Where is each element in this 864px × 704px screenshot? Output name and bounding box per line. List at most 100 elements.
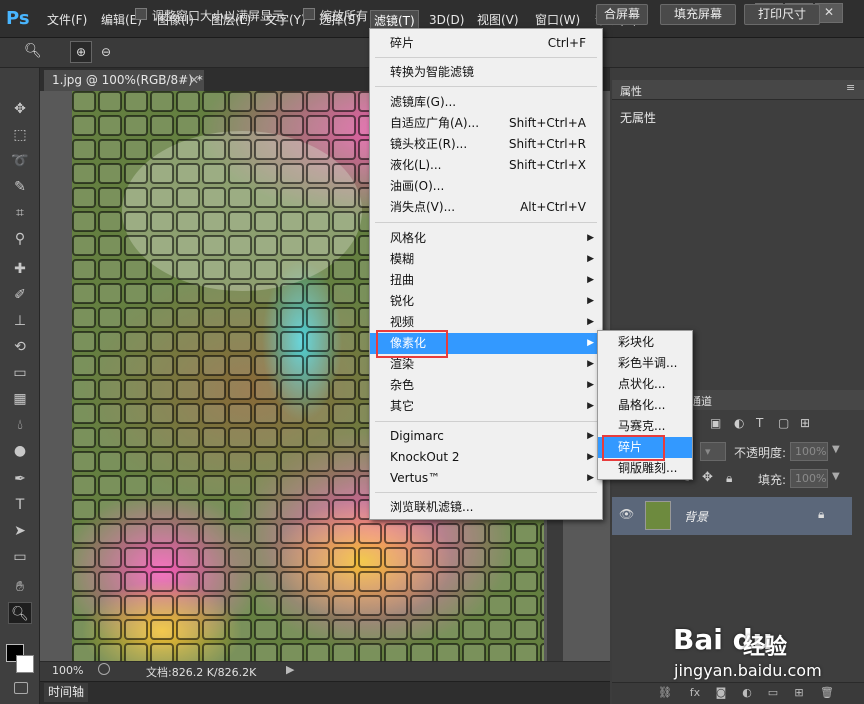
document-tab[interactable]: 1.jpg @ 100%(RGB/8#) * [44, 70, 204, 91]
blur-item[interactable]: 模糊 ▶ [370, 249, 602, 270]
hand-tool-icon[interactable]: ✋︎ [8, 576, 32, 598]
pen-tool-icon[interactable]: ✒ [8, 468, 32, 490]
digimarc-item[interactable]: Digimarc ▶ [370, 426, 602, 447]
menu-item-shortcut: Shift+Ctrl+A [509, 116, 586, 130]
pointillize-item[interactable]: 点状化... [598, 374, 692, 395]
opacity-input[interactable]: 100% [790, 442, 828, 461]
lock-all-icon[interactable]: 🔒︎ [726, 471, 732, 486]
menu-item-label: 消失点(V)... [390, 200, 456, 214]
fit-screen-button[interactable]: 合屏幕 [596, 4, 648, 25]
status-bar [40, 661, 610, 681]
mosaic-item[interactable]: 马赛克... [598, 416, 692, 437]
lens-correction-item[interactable]: 镜头校正(R)... Shift+Ctrl+R [370, 134, 602, 155]
clone-stamp-icon[interactable]: ⊥ [8, 310, 32, 332]
zoom-all-checkbox[interactable] [303, 8, 315, 20]
brush-tool-icon[interactable]: ✐ [8, 284, 32, 306]
color-halftone-block-item[interactable]: 彩块化 [598, 332, 692, 353]
menu-filter[interactable]: 滤镜(T) [370, 10, 419, 30]
marquee-tool-icon[interactable]: ⬚ [8, 124, 32, 146]
move-tool-icon[interactable]: ✥ [8, 98, 32, 120]
status-menu-arrow-icon[interactable]: ▶ [286, 663, 294, 676]
blend-mode-select[interactable]: ▾ [700, 442, 726, 461]
filter-shape-icon[interactable]: ▢ [778, 416, 789, 430]
eyedropper-tool-icon[interactable]: ⚲ [8, 228, 32, 250]
zoom-level[interactable]: 100% [52, 664, 83, 677]
filter-adjustment-icon[interactable]: ◐ [734, 416, 744, 430]
print-size-button[interactable]: 打印尺寸 [744, 4, 820, 25]
filter-gallery-item[interactable]: 滤镜库(G)... [370, 92, 602, 113]
filter-smart-icon[interactable]: ⊞ [800, 416, 810, 430]
convert-smart-filter-item[interactable]: 转换为智能滤镜 [370, 62, 602, 83]
new-group-icon[interactable]: ▭ [766, 686, 780, 699]
vertus-item[interactable]: Vertus™ ▶ [370, 468, 602, 489]
filter-last-item[interactable]: 碎片 Ctrl+F [370, 33, 602, 54]
menu-item-label: Digimarc [390, 429, 444, 443]
opacity-dropdown-icon[interactable]: ▼ [832, 444, 840, 455]
dodge-tool-icon[interactable]: ● [8, 440, 32, 462]
visibility-eye-icon[interactable]: 👁︎ [619, 507, 634, 521]
lock-position-icon[interactable]: ✥ [702, 470, 713, 485]
menu-item-label: 转换为智能滤镜 [390, 65, 475, 79]
path-select-icon[interactable]: ➤ [8, 520, 32, 542]
status-info-icon[interactable] [98, 663, 110, 675]
healing-brush-icon[interactable]: ✚ [8, 258, 32, 280]
fill-screen-button[interactable]: 填充屏幕 [660, 4, 736, 25]
background-color-swatch[interactable] [16, 655, 34, 673]
eraser-tool-icon[interactable]: ▭ [8, 362, 32, 384]
shape-tool-icon[interactable]: ▭ [8, 546, 32, 568]
fill-input[interactable]: 100% [790, 469, 828, 488]
menu-view[interactable]: 视图(V) [474, 10, 522, 30]
menu-item-label: 液化(L)... [390, 158, 442, 172]
gradient-tool-icon[interactable]: ▦ [8, 388, 32, 410]
knockout-item[interactable]: KnockOut 2 ▶ [370, 447, 602, 468]
tab-close-icon[interactable]: ✕ [189, 70, 203, 91]
browse-filters-online-item[interactable]: 浏览联机滤镜... [370, 497, 602, 518]
quick-select-tool-icon[interactable]: ✎ [8, 176, 32, 198]
other-item[interactable]: 其它 ▶ [370, 396, 602, 417]
add-mask-icon[interactable]: ◙ [714, 686, 728, 699]
history-brush-icon[interactable]: ⟲ [8, 336, 32, 358]
properties-empty-text: 无属性 [620, 111, 657, 125]
layer-style-icon[interactable]: fx [688, 686, 702, 699]
oil-paint-item[interactable]: 油画(O)... [370, 176, 602, 197]
zoom-in-icon[interactable]: ⊕ [70, 41, 92, 63]
zoom-out-icon[interactable]: ⊖ [96, 42, 116, 62]
crop-tool-icon[interactable]: ⌗ [8, 202, 32, 224]
adjustment-layer-icon[interactable]: ◐ [740, 686, 754, 699]
panel-menu-icon[interactable]: ≡ [846, 81, 855, 94]
layer-lock-icon: 🔒︎ [818, 507, 825, 521]
layer-name[interactable]: 背景 [684, 508, 708, 525]
adaptive-wide-angle-item[interactable]: 自适应广角(A)... Shift+Ctrl+A [370, 113, 602, 134]
filter-type-icon[interactable]: T [756, 416, 763, 430]
distort-item[interactable]: 扭曲 ▶ [370, 270, 602, 291]
blur-tool-icon[interactable]: 💧︎ [8, 414, 32, 436]
crystallize-item[interactable]: 晶格化... [598, 395, 692, 416]
lasso-tool-icon[interactable]: ➰ [8, 150, 32, 172]
zoom-tool-icon[interactable]: 🔍︎ [8, 602, 32, 624]
liquify-item[interactable]: 液化(L)... Shift+Ctrl+X [370, 155, 602, 176]
sharpen-item[interactable]: 锐化 ▶ [370, 291, 602, 312]
menu-3d[interactable]: 3D(D) [426, 10, 467, 30]
new-layer-icon[interactable]: ⊞ [792, 686, 806, 699]
timeline-panel-bar [40, 681, 610, 704]
fill-dropdown-icon[interactable]: ▼ [832, 471, 840, 482]
submenu-item-label: 晶格化... [618, 398, 666, 412]
channels-tab[interactable]: 通道 [690, 393, 712, 409]
stylize-item[interactable]: 风格化 ▶ [370, 228, 602, 249]
link-layers-icon[interactable]: ⛓ [658, 686, 672, 699]
menu-window[interactable]: 窗口(W) [532, 10, 583, 30]
filter-pixel-icon[interactable]: ▣ [710, 416, 721, 430]
mezzotint-item[interactable]: 铜版雕刻... [598, 458, 692, 479]
quick-mask-icon[interactable] [14, 682, 28, 694]
resize-windows-checkbox[interactable] [135, 8, 147, 20]
timeline-tab[interactable]: 时间轴 [44, 683, 89, 702]
type-tool-icon[interactable]: T [8, 494, 32, 516]
delete-layer-icon[interactable]: 🗑︎ [820, 686, 834, 699]
noise-item[interactable]: 杂色 ▶ [370, 375, 602, 396]
menu-item-label: 模糊 [390, 252, 415, 266]
vanishing-point-item[interactable]: 消失点(V)... Alt+Ctrl+V [370, 197, 602, 218]
properties-tab[interactable]: 属性 [620, 83, 642, 99]
menu-file[interactable]: 文件(F) [44, 10, 90, 30]
color-halftone-item[interactable]: 彩色半调... [598, 353, 692, 374]
zoom-tool-icon[interactable]: 🔍︎ [24, 43, 42, 59]
